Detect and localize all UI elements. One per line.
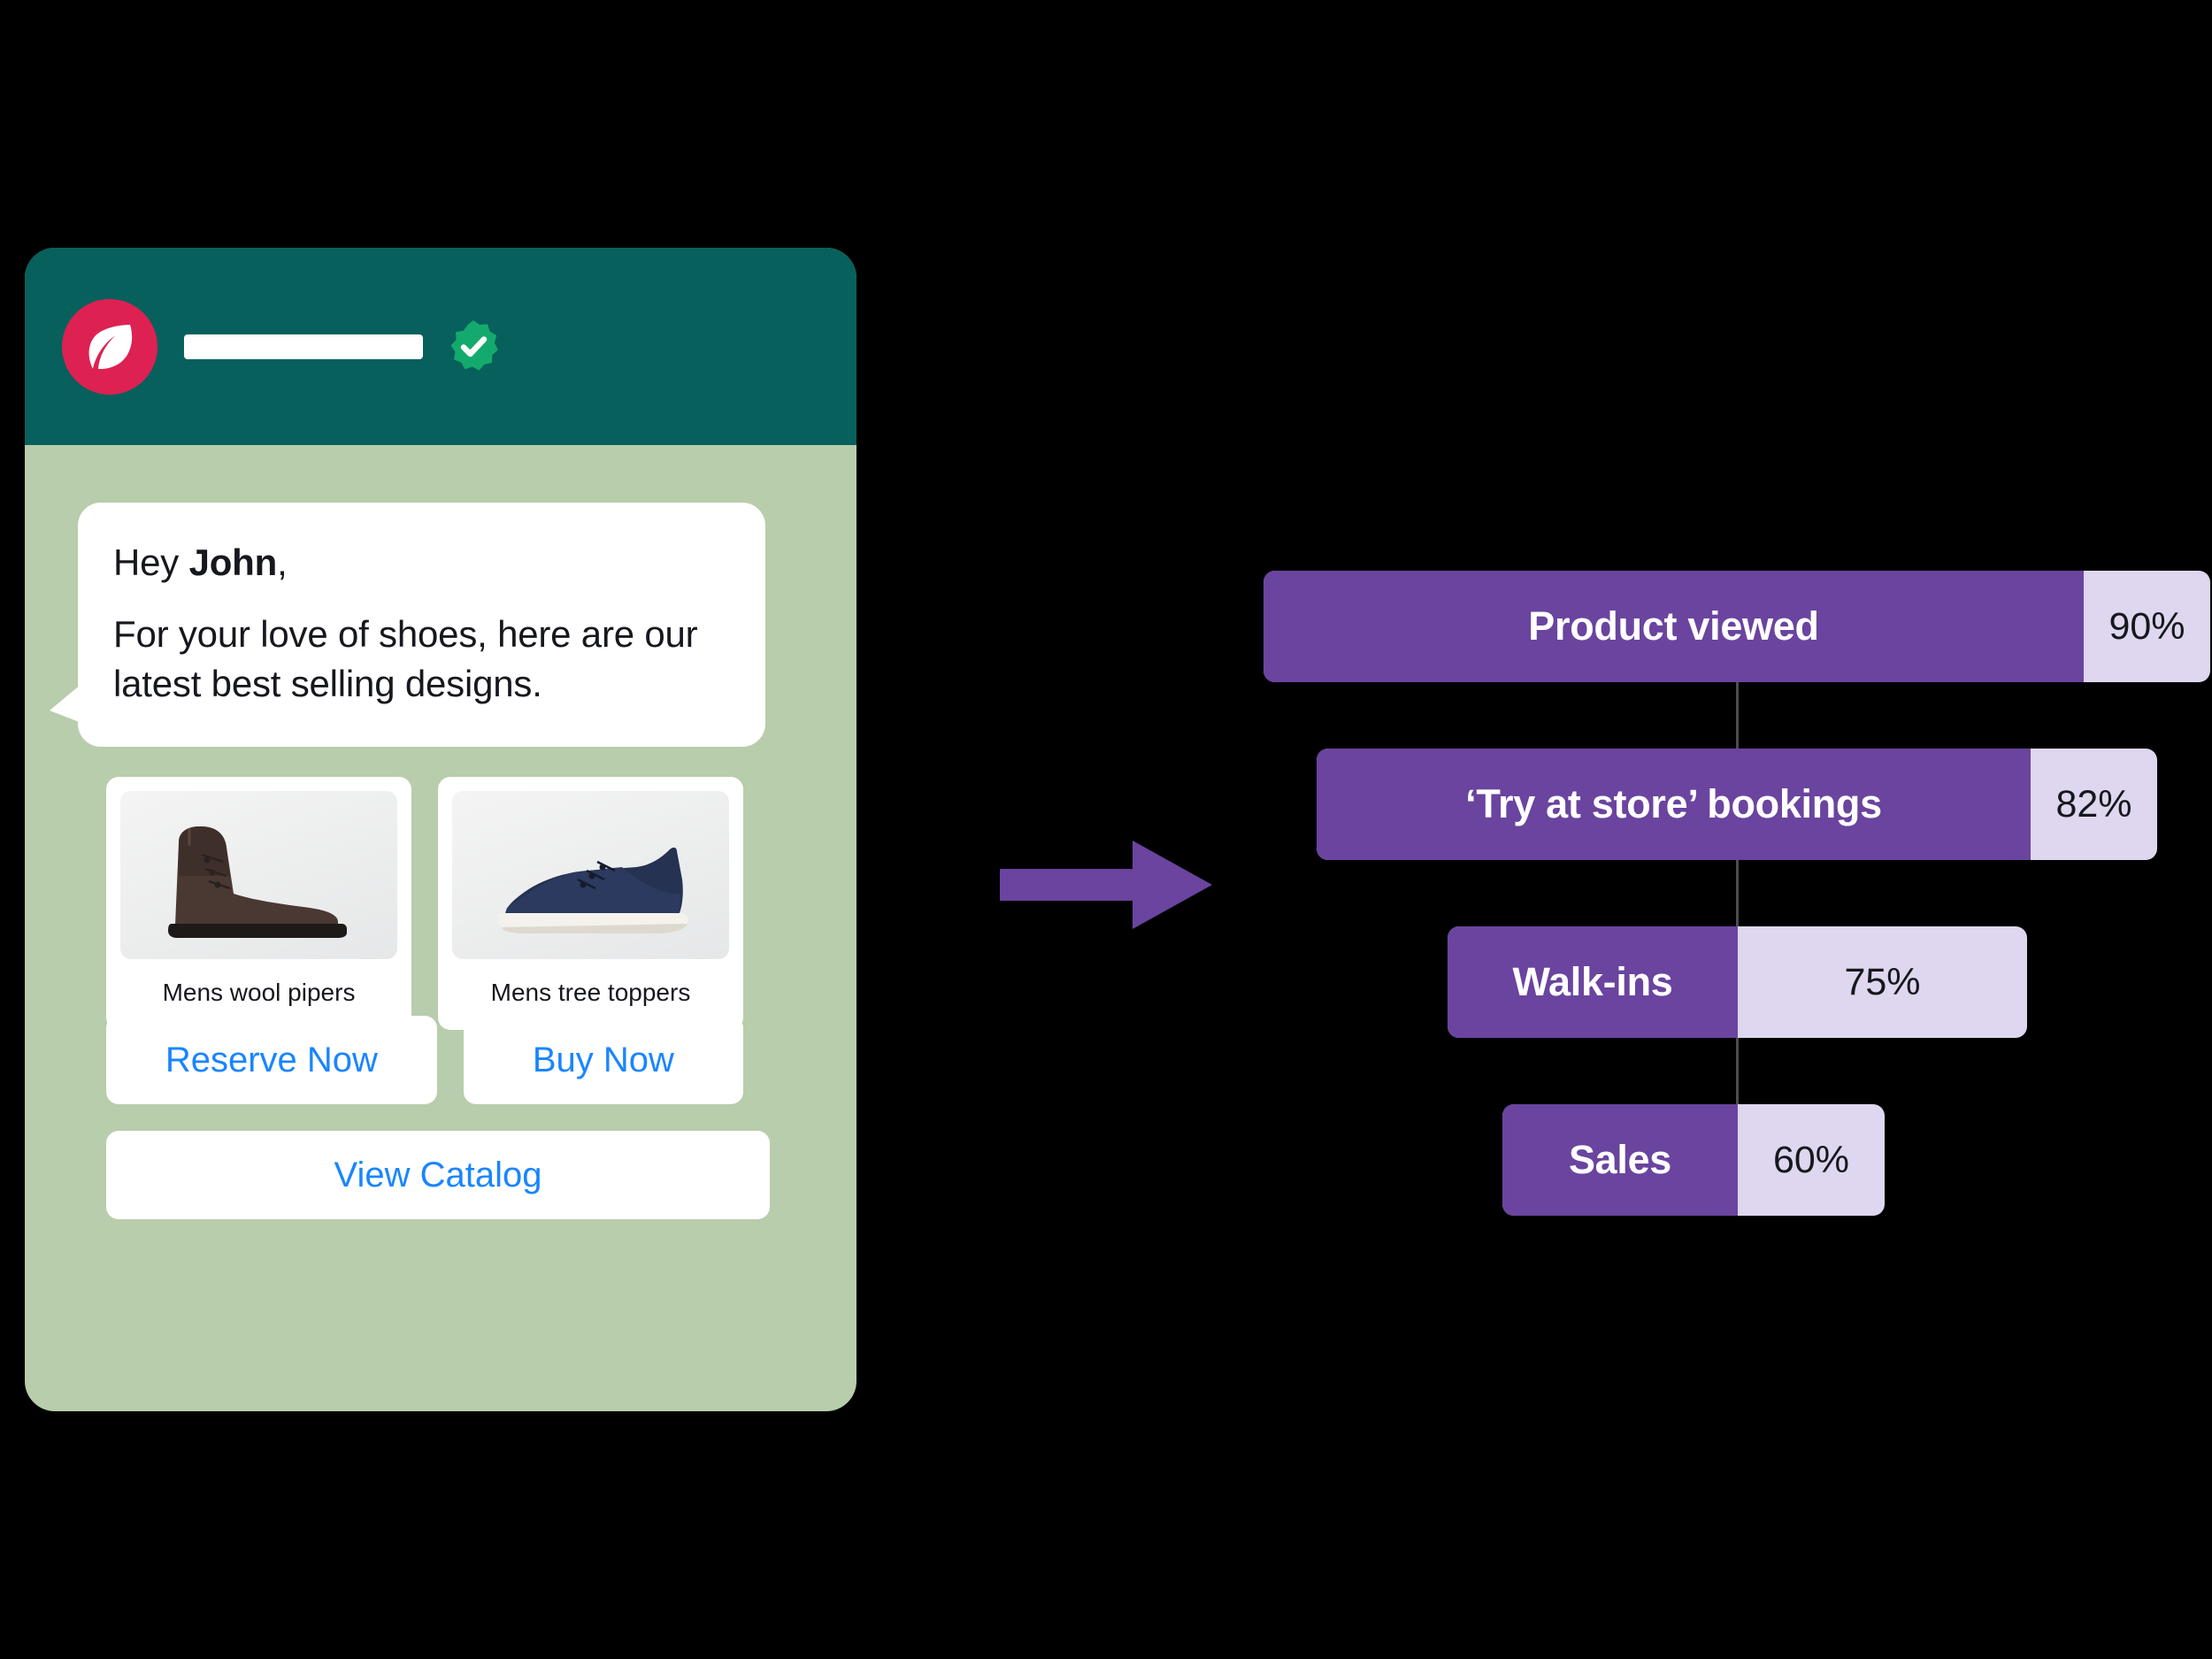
funnel-stage-fill: ‘Try at store’ bookings bbox=[1317, 749, 2031, 860]
view-catalog-button[interactable]: View Catalog bbox=[106, 1131, 770, 1219]
funnel-stage-label: Sales bbox=[1568, 1137, 1672, 1182]
business-name-redacted-bar bbox=[184, 334, 423, 359]
chat-header bbox=[25, 248, 856, 445]
product-carousel: Mens wool pipers Mens tree toppers bbox=[106, 777, 743, 1030]
funnel-stage-label: Walk-ins bbox=[1512, 959, 1673, 1004]
chat-body: Hey John, For your love of shoes, here a… bbox=[25, 445, 856, 1411]
product-card[interactable]: Mens wool pipers bbox=[106, 777, 411, 1030]
greeting-prefix: Hey bbox=[113, 541, 189, 583]
greeting-suffix: , bbox=[277, 541, 288, 583]
funnel-stage-sales[interactable]: Sales 60% bbox=[1502, 1104, 1885, 1216]
canvas: Hey John, For your love of shoes, here a… bbox=[0, 0, 2212, 1659]
funnel-stage-value-area: 90% bbox=[2084, 571, 2210, 682]
buy-now-button[interactable]: Buy Now bbox=[463, 1016, 743, 1104]
brown-high-top-sneaker-image bbox=[120, 791, 397, 959]
funnel-connector bbox=[1736, 1038, 1739, 1104]
funnel-stage-fill: Product viewed bbox=[1263, 571, 2084, 682]
funnel-connector bbox=[1736, 682, 1739, 749]
funnel-stage-try-at-store-bookings[interactable]: ‘Try at store’ bookings 82% bbox=[1317, 749, 2157, 860]
funnel-stage-fill: Sales bbox=[1502, 1104, 1738, 1216]
navy-low-top-sneaker-image bbox=[452, 791, 729, 959]
funnel-stage-value: 90% bbox=[2108, 604, 2185, 648]
funnel-stage-value: 75% bbox=[1844, 960, 1921, 1003]
funnel-stage-value-area: 75% bbox=[1738, 926, 2027, 1038]
funnel-stage-value: 60% bbox=[1772, 1138, 1850, 1181]
funnel-connector bbox=[1736, 860, 1739, 926]
funnel-stage-label: Product viewed bbox=[1528, 603, 1819, 649]
reserve-now-button[interactable]: Reserve Now bbox=[106, 1016, 437, 1104]
funnel-stage-product-viewed[interactable]: Product viewed 90% bbox=[1263, 571, 2210, 682]
leaf-icon bbox=[62, 298, 157, 395]
verified-badge-icon bbox=[450, 319, 498, 371]
funnel-stage-label: ‘Try at store’ bookings bbox=[1465, 781, 1882, 826]
right-arrow-icon bbox=[1000, 841, 1212, 929]
product-card[interactable]: Mens tree toppers bbox=[438, 777, 743, 1030]
funnel-stage-walk-ins[interactable]: Walk-ins 75% bbox=[1448, 926, 2027, 1038]
conversion-funnel-chart: Product viewed 90% ‘Try at store’ bookin… bbox=[1263, 571, 2210, 1225]
funnel-stage-value-area: 82% bbox=[2031, 749, 2157, 860]
greeting-name: John bbox=[188, 541, 278, 583]
message-body: For your love of shoes, here are our lat… bbox=[113, 613, 698, 704]
messaging-preview-card: Hey John, For your love of shoes, here a… bbox=[25, 248, 856, 1411]
funnel-stage-value-area: 60% bbox=[1738, 1104, 1885, 1216]
funnel-stage-fill: Walk-ins bbox=[1448, 926, 1738, 1038]
funnel-stage-value: 82% bbox=[2055, 782, 2132, 826]
message-greeting: Hey John, bbox=[113, 538, 730, 587]
cta-button-row: Reserve Now Buy Now bbox=[106, 1016, 743, 1104]
message-bubble: Hey John, For your love of shoes, here a… bbox=[50, 503, 765, 748]
